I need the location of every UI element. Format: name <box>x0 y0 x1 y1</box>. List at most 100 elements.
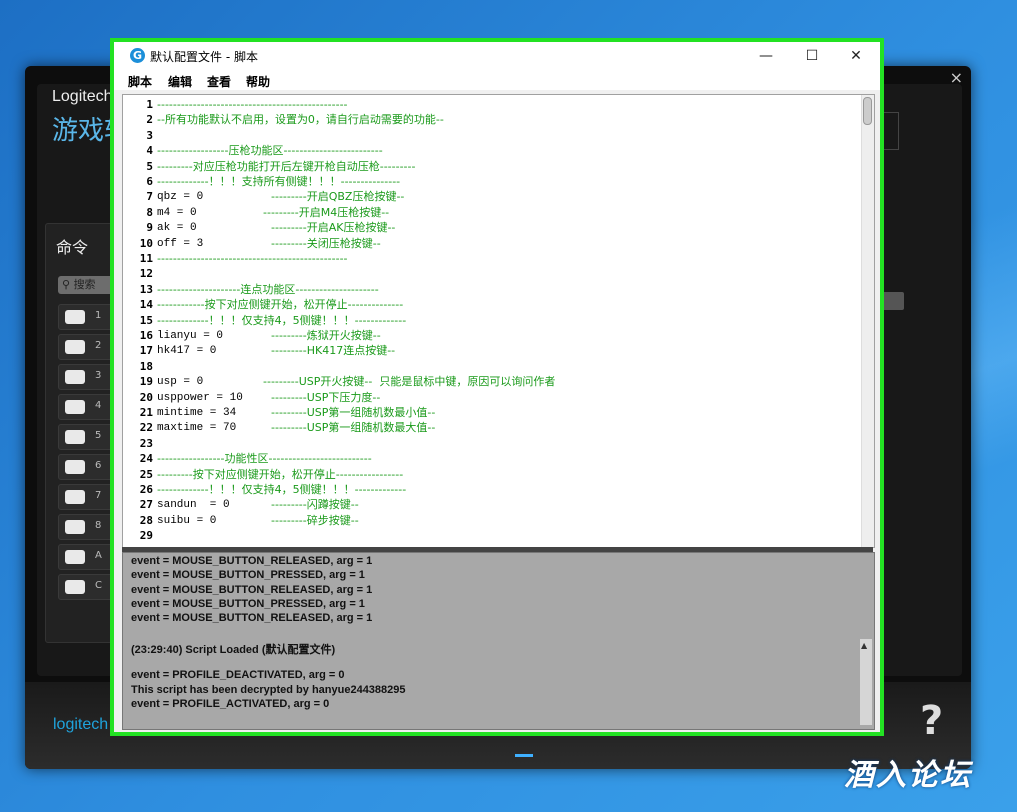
key-label: 2 <box>95 340 102 351</box>
code-line: 24 -----------------功能性区-----------------… <box>123 451 858 467</box>
log-line: (23:29:40) Script Loaded (默认配置文件) <box>131 643 336 656</box>
code-line: 19 usp = 0 ---------USP开火按键-- 只能是鼠标中键，原因可以… <box>123 374 858 390</box>
code-text: qbz = 0 <box>157 191 204 204</box>
line-number: 17 <box>139 344 153 358</box>
script-editor[interactable]: 1 ---------------------------------------… <box>122 94 875 548</box>
line-number: 6 <box>146 175 153 188</box>
keyboard-key-icon <box>65 490 85 504</box>
key-label: 7 <box>95 490 102 501</box>
search-icon: ⚲ <box>62 278 71 291</box>
menu-edit[interactable]: 编辑 <box>168 73 192 90</box>
code-line: 25 ---------按下对应侧键开始，松开停止----------------… <box>123 467 858 483</box>
log-scrollbar[interactable]: ▲ <box>860 639 872 725</box>
line-number: 2 <box>146 113 153 127</box>
code-comment: ---------------------连点功能区--------------… <box>157 282 379 296</box>
maximize-button[interactable]: ☐ <box>790 42 834 70</box>
code-line: 4 ------------------压枪功能区----------------… <box>123 143 858 159</box>
menu-view[interactable]: 查看 <box>207 73 231 90</box>
active-tab-indicator <box>515 754 533 757</box>
code-text: sandun = 0 <box>157 499 230 512</box>
code-line: 14 ------------按下对应侧键开始，松开停止-------------… <box>123 297 858 313</box>
code-comment: -----------------功能性区-------------------… <box>157 452 372 466</box>
line-number: 15 <box>139 313 153 327</box>
log-line: event = PROFILE_ACTIVATED, arg = 0 <box>131 698 330 710</box>
code-line: 28 suibu = 0 ---------碎步按键-- <box>123 513 858 529</box>
line-number: 4 <box>146 144 153 158</box>
code-line: 7 qbz = 0 ---------开启QBZ压枪按键-- <box>123 189 858 205</box>
code-line: 3 <box>123 128 858 144</box>
key-label: 1 <box>95 310 102 321</box>
code-comment: ---------USP第一组随机数最大值-- <box>271 421 436 435</box>
log-line: event = MOUSE_BUTTON_RELEASED, arg = 1 <box>131 555 373 567</box>
line-number: 8 <box>146 205 153 219</box>
minimize-button[interactable]: — <box>744 42 788 70</box>
key-label: 5 <box>95 430 102 441</box>
code-line: 18 <box>123 359 858 375</box>
key-label: 3 <box>95 370 102 381</box>
line-number: 29 <box>139 529 153 543</box>
code-comment: ---------HK417连点按键-- <box>271 344 396 358</box>
code-line: 20 usppower = 10 ---------USP下压力度-- <box>123 390 858 406</box>
code-comment: ---------闪蹲按键-- <box>271 498 359 512</box>
line-number: 21 <box>139 406 153 419</box>
code-comment: ---------开启AK压枪按键-- <box>271 221 396 235</box>
code-comment: ---------对应压枪功能打开后左键开枪自动压枪--------- <box>157 159 416 173</box>
log-line: event = PROFILE_DEACTIVATED, arg = 0 <box>131 669 345 682</box>
line-number: 14 <box>139 298 153 312</box>
line-number: 25 <box>139 467 153 481</box>
close-button[interactable]: ✕ <box>834 42 878 70</box>
help-button[interactable]: ? <box>920 698 943 744</box>
key-label: 4 <box>95 400 102 411</box>
code-comment: -------------！！！仅支持4，5侧键！！！------------- <box>157 483 407 496</box>
commands-title: 命令 <box>56 238 89 257</box>
code-line: 11 --------------------------------------… <box>123 251 858 267</box>
code-line: 22 maxtime = 70 ---------USP第一组随机数最大值-- <box>123 420 858 436</box>
line-number: 19 <box>139 375 153 389</box>
code-comment: --所有功能默认不启用，设置为0，请自行启动需要的功能-- <box>157 113 444 127</box>
scroll-up-icon[interactable]: ▲ <box>861 641 867 650</box>
line-number: 23 <box>139 436 153 450</box>
keyboard-key-icon <box>65 460 85 474</box>
window-title: 默认配置文件 - 脚本 <box>150 50 258 64</box>
lg-close-button[interactable]: × <box>950 68 963 87</box>
code-comment: ------------按下对应侧键开始，松开停止-------------- <box>157 298 404 312</box>
code-text: maxtime = 70 <box>157 422 237 435</box>
code-comment: ------------------压枪功能区-----------------… <box>157 144 383 158</box>
line-number: 10 <box>139 236 153 250</box>
line-number: 26 <box>139 483 153 496</box>
code-line: 23 <box>123 436 858 452</box>
code-line: 21 mintime = 34 ---------USP第一组随机数最小值-- <box>123 405 858 421</box>
code-line: 9 ak = 0 ---------开启AK压枪按键-- <box>123 220 858 236</box>
code-comment: ---------USP第一组随机数最小值-- <box>271 406 436 419</box>
line-number: 28 <box>139 513 153 527</box>
key-label: 8 <box>95 520 102 531</box>
code-comment: ---------碎步按键-- <box>271 513 359 527</box>
output-log[interactable]: event = MOUSE_BUTTON_RELEASED, arg = 1 ev… <box>122 552 875 730</box>
line-number: 5 <box>146 159 153 173</box>
editor-scrollbar[interactable] <box>861 95 874 547</box>
line-number: 18 <box>139 359 153 373</box>
editor-scroll-thumb[interactable] <box>863 97 872 125</box>
code-comment: ---------开启M4压枪按键-- <box>263 205 390 219</box>
menu-help[interactable]: 帮助 <box>246 73 270 90</box>
code-text: mintime = 34 <box>157 407 237 419</box>
keyboard-key-icon <box>65 550 85 564</box>
title-bar[interactable]: G 默认配置文件 - 脚本 — ☐ ✕ <box>114 42 880 70</box>
code-text: suibu = 0 <box>157 514 217 527</box>
keyboard-key-icon <box>65 310 85 324</box>
line-number: 1 <box>146 98 153 111</box>
code-text: ak = 0 <box>157 222 197 235</box>
menu-script[interactable]: 脚本 <box>128 73 152 90</box>
code-line: 2 --所有功能默认不启用，设置为0，请自行启动需要的功能-- <box>123 112 858 128</box>
code-line: 17 hk417 = 0 ---------HK417连点按键-- <box>123 343 858 359</box>
code-comment: ---------开启QBZ压枪按键-- <box>271 190 405 204</box>
line-number: 11 <box>139 252 153 265</box>
logitech-logo: logitech <box>53 716 109 733</box>
line-number: 13 <box>139 282 153 296</box>
key-label: A <box>95 550 102 561</box>
lg-side-box <box>883 112 899 150</box>
code-text: m4 = 0 <box>157 206 197 219</box>
keyboard-key-icon <box>65 580 85 594</box>
line-number: 9 <box>146 221 153 235</box>
code-text: lianyu = 0 <box>157 330 224 342</box>
